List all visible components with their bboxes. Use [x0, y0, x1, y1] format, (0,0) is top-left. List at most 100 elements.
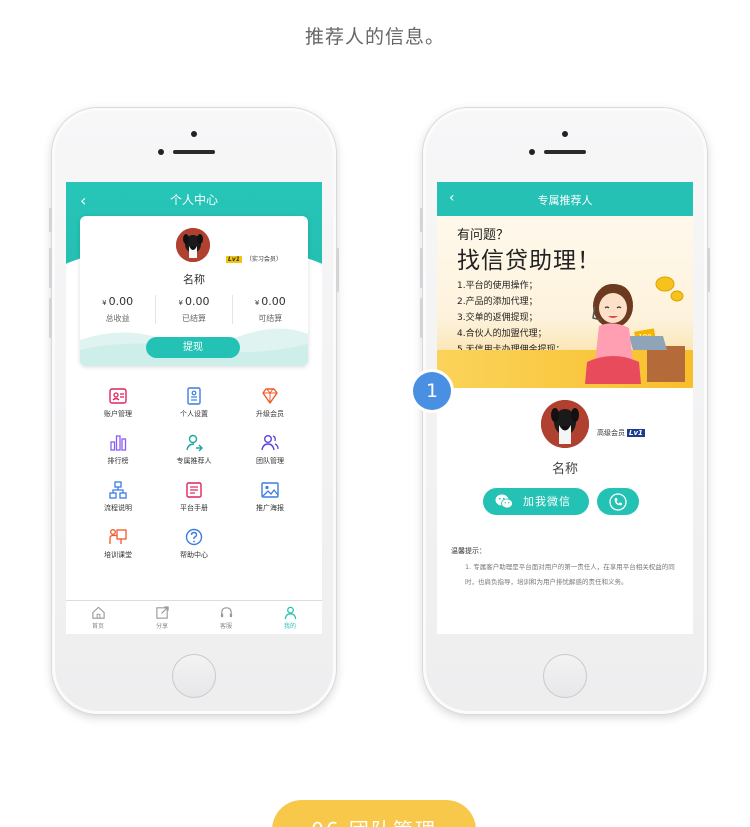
camera-icon — [562, 131, 568, 137]
stat-value: 0.00 — [261, 295, 286, 308]
add-wechat-label: 加我微信 — [523, 495, 571, 508]
grid-item-label: 帮助中心 — [180, 551, 208, 559]
withdraw-button[interactable]: 提现 — [146, 337, 240, 358]
grid-item-help[interactable]: 帮助中心 — [156, 527, 232, 563]
grid-item-training[interactable]: 培训课堂 — [80, 527, 156, 563]
profile-card: Lv1 （实习会员） 名称 ¥0.00 总收益 ¥0.00 已结算 ¥0.00 可… — [80, 216, 308, 366]
bottom-tab-bar: 首页 分享 客服 我的 — [66, 600, 322, 634]
poster-icon — [261, 482, 279, 498]
grid-item-settings[interactable]: 个人设置 — [156, 386, 232, 422]
tips-title: 温馨提示： — [451, 547, 486, 555]
training-icon — [109, 529, 127, 544]
callout-number-badge: 1 — [413, 372, 451, 410]
screen-exclusive-referrer: ‹ 专属推荐人 有问题？ 找信贷助理！ 1.平台的使用操作； 2.产品的添加代理… — [437, 182, 693, 634]
stat-settleable[interactable]: ¥0.00 可结算 — [233, 295, 308, 324]
avatar[interactable] — [176, 228, 210, 262]
speaker-grill — [544, 150, 586, 154]
user-name: 名称 — [183, 273, 205, 286]
referrer-name: 名称 — [551, 462, 578, 477]
stat-settled[interactable]: ¥0.00 已结算 — [156, 295, 233, 324]
stat-label: 已结算 — [181, 314, 206, 323]
team-icon — [261, 435, 279, 451]
earnings-stats: ¥0.00 总收益 ¥0.00 已结算 ¥0.00 可结算 — [80, 295, 308, 324]
bar-chart-icon — [110, 435, 127, 451]
header-title: 专属推荐人 — [537, 194, 593, 207]
grid-item-upgrade[interactable]: 升级会员 — [232, 386, 308, 422]
diamond-icon — [262, 388, 278, 404]
grid-item-poster[interactable]: 推广海报 — [232, 480, 308, 516]
banner-list-item: 3.交单的返佣提现； — [457, 313, 538, 323]
tips-text: 1. 专属客户助理是平台面对用户的第一责任人，在享用平台相关权益的同时，也肩负指… — [465, 563, 675, 586]
member-level: Lv1 （实习会员） — [226, 254, 282, 263]
share-icon — [155, 606, 169, 619]
grid-item-label: 账户管理 — [104, 410, 132, 418]
level-tag: Lv1 — [627, 429, 645, 437]
referrer-level: 高级会员 Lv1 — [597, 428, 645, 438]
stat-label: 总收益 — [105, 314, 130, 323]
camera-icon — [191, 131, 197, 137]
settings-doc-icon — [187, 387, 201, 405]
user-icon — [284, 606, 296, 620]
headset-icon — [220, 607, 232, 618]
grid-item-label: 团队管理 — [256, 457, 284, 465]
referrer-avatar[interactable] — [541, 400, 589, 448]
add-wechat-button[interactable]: 加我微信 — [483, 488, 589, 515]
grid-item-label: 流程说明 — [104, 504, 132, 512]
grid-item-team[interactable]: 团队管理 — [232, 433, 308, 469]
grid-item-manual[interactable]: 平台手册 — [156, 480, 232, 516]
help-icon — [185, 528, 203, 546]
tab-mine[interactable]: 我的 — [258, 601, 322, 634]
grid-item-label: 升级会员 — [256, 410, 284, 418]
grid-item-account[interactable]: 账户管理 — [80, 386, 156, 422]
currency-symbol: ¥ — [254, 299, 260, 307]
grid-item-ranking[interactable]: 排行榜 — [80, 433, 156, 469]
next-section-heading: 06 团队管理 — [272, 800, 476, 827]
promo-banner: 有问题？ 找信贷助理！ 1.平台的使用操作； 2.产品的添加代理； 3.交单的返… — [437, 216, 693, 388]
grid-item-label: 专属推荐人 — [176, 457, 212, 465]
grid-item-label: 培训课堂 — [104, 551, 132, 559]
manual-icon — [186, 482, 202, 498]
stat-total[interactable]: ¥0.00 总收益 — [80, 295, 157, 324]
tab-label: 首页 — [91, 623, 104, 630]
home-button[interactable] — [543, 654, 587, 698]
speaker-grill — [173, 150, 215, 154]
tab-label: 分享 — [155, 623, 168, 630]
banner-list: 1.平台的使用操作； 2.产品的添加代理； 3.交单的返佣提现； 4.合伙人的加… — [457, 278, 565, 358]
banner-list-item: 2.产品的添加代理； — [457, 297, 538, 307]
home-icon — [91, 606, 105, 619]
phone-icon — [609, 493, 627, 511]
tab-share[interactable]: 分享 — [130, 601, 194, 634]
tab-home[interactable]: 首页 — [66, 601, 130, 634]
phone-mockup-right: ‹ 专属推荐人 有问题？ 找信贷助理！ 1.平台的使用操作； 2.产品的添加代理… — [420, 108, 710, 714]
account-icon — [109, 388, 127, 404]
flowchart-icon — [109, 481, 127, 499]
tab-label: 客服 — [219, 623, 232, 630]
banner-list-item: 1.平台的使用操作； — [457, 281, 538, 291]
tab-service[interactable]: 客服 — [194, 601, 258, 634]
level-label: （实习会员） — [245, 256, 282, 263]
phone-mockup-left: ‹ 个人中心 Lv1 （实习会员） 名称 ¥ 0.00 总收益 ¥ 0.00 已… — [49, 108, 339, 714]
assistant-illustration: 100 — [585, 276, 685, 384]
stat-label: 可结算 — [258, 314, 283, 323]
feature-grid: 账户管理 个人设置 升级会员 排行榜 专属推荐人 团队管理 流程说明 平台手册 … — [80, 386, 308, 563]
currency-symbol: ¥ — [178, 299, 183, 307]
grid-item-label: 个人设置 — [180, 410, 208, 418]
grid-item-label: 推广海报 — [256, 504, 284, 512]
header-bar: ‹ 专属推荐人 — [437, 182, 693, 216]
grid-item-flow[interactable]: 流程说明 — [80, 480, 156, 516]
sensor-dot — [529, 149, 535, 155]
level-tag: Lv1 — [226, 256, 242, 263]
grid-item-label: 平台手册 — [180, 504, 208, 512]
currency-symbol: ¥ — [102, 299, 107, 307]
page-caption: 推荐人的信息。 — [304, 26, 445, 48]
referrer-icon — [186, 434, 203, 452]
wechat-icon — [495, 494, 513, 509]
home-button[interactable] — [172, 654, 216, 698]
tab-label: 我的 — [283, 623, 296, 630]
grid-item-label: 排行榜 — [107, 457, 129, 465]
level-label: 高级会员 — [597, 429, 625, 437]
grid-item-referrer[interactable]: 专属推荐人 — [156, 433, 232, 469]
header-title: 个人中心 — [169, 193, 218, 207]
call-button[interactable] — [597, 488, 639, 515]
sensor-dot — [158, 149, 164, 155]
